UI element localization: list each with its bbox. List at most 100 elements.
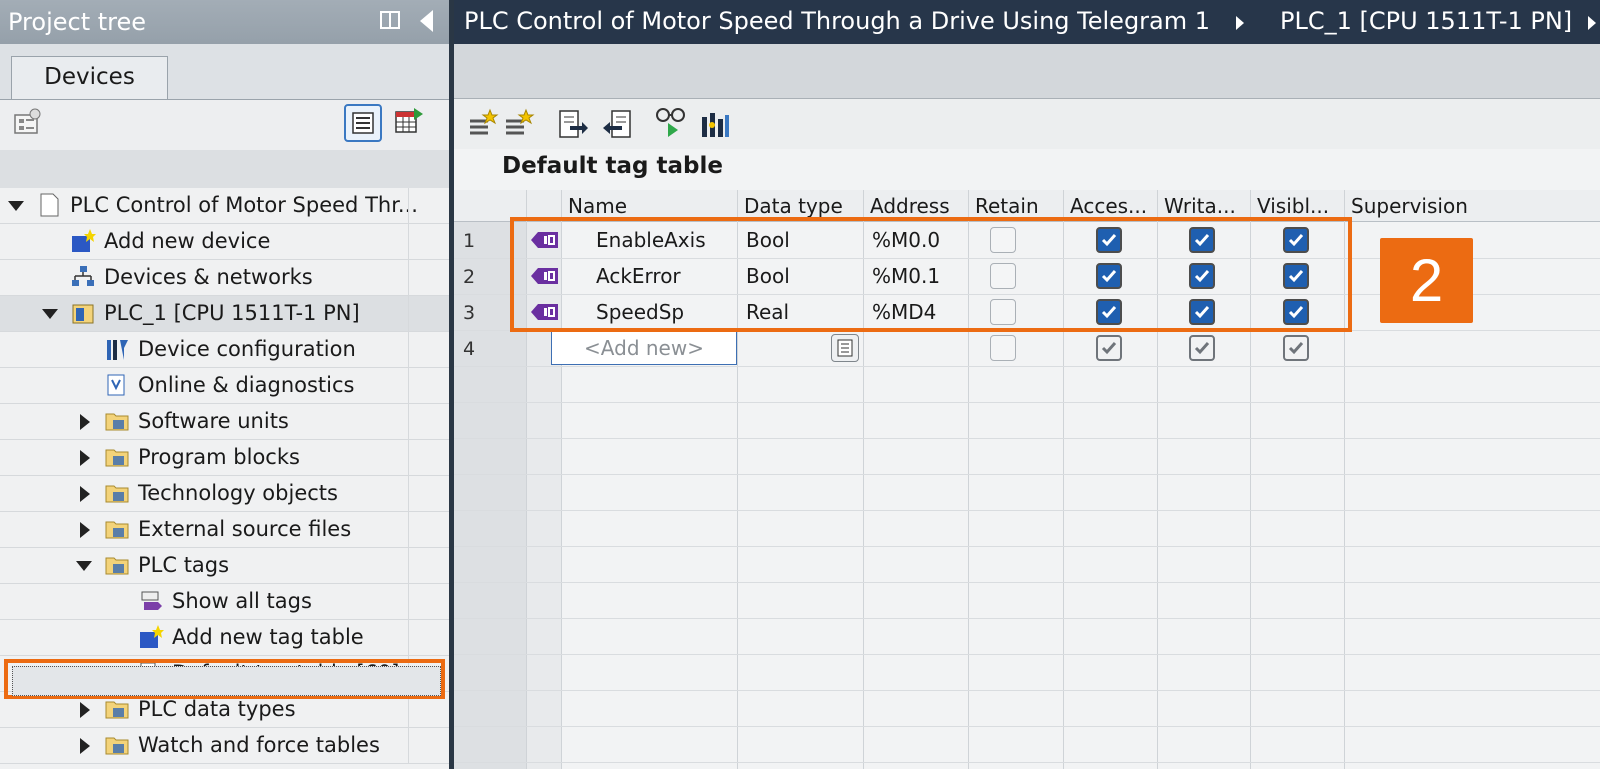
tree-item[interactable]: Device configuration — [0, 332, 449, 368]
tree-column-divider — [408, 584, 409, 620]
monitor-all-icon[interactable] — [654, 105, 688, 139]
column-header[interactable]: Supervision — [1345, 190, 1600, 222]
properties-icon[interactable] — [10, 106, 44, 140]
tree-item[interactable]: External source files — [0, 512, 449, 548]
tree-item[interactable]: Add new device — [0, 224, 449, 260]
tree-column-divider — [408, 476, 409, 512]
diagnostics-icon — [107, 374, 125, 396]
add-row-icon[interactable] — [502, 107, 536, 141]
row-number: 3 — [463, 302, 476, 324]
project-icon — [40, 193, 59, 217]
tree-item[interactable]: PLC_1 [CPU 1511T-1 PN] — [0, 296, 449, 332]
collapse-arrow-icon[interactable] — [80, 414, 90, 430]
tree-item[interactable]: Technology objects — [0, 476, 449, 512]
tree-column-divider — [408, 296, 409, 332]
tree-item-label: Technology objects — [138, 481, 338, 505]
grid-hline — [454, 762, 1600, 763]
collapse-arrow-icon[interactable] — [80, 450, 90, 466]
expand-arrow-icon[interactable] — [8, 201, 24, 211]
breadcrumb-project[interactable]: PLC Control of Motor Speed Through a Dri… — [464, 7, 1210, 35]
insert-row-icon[interactable] — [466, 107, 500, 141]
grid-hline — [454, 510, 1600, 511]
tag-table-title: Default tag table — [502, 153, 723, 179]
collapse-arrow-icon[interactable] — [80, 702, 90, 718]
tree-item-label: Online & diagnostics — [138, 373, 355, 397]
tree-column-divider — [408, 404, 409, 440]
tree-item[interactable]: Show all tags — [0, 584, 449, 620]
callout-badge-2: 2 — [1380, 238, 1473, 323]
tree-item[interactable]: Online & diagnostics — [0, 368, 449, 404]
tree-item[interactable]: Software units — [0, 404, 449, 440]
tree-item[interactable]: PLC Control of Motor Speed Thr... — [0, 188, 449, 224]
tree-column-divider — [408, 620, 409, 656]
checkbox[interactable] — [1283, 335, 1309, 361]
grid-hline — [454, 546, 1600, 547]
add-table-icon — [140, 625, 164, 648]
tree-item-label: Devices & networks — [104, 265, 313, 289]
grid-hline — [454, 402, 1600, 403]
collapse-panel-icon[interactable] — [420, 10, 433, 32]
tree-column-divider — [408, 728, 409, 764]
import-icon[interactable] — [600, 107, 634, 141]
editor-toolbar — [454, 99, 1600, 149]
list-view-icon[interactable] — [344, 104, 382, 142]
folder-icon — [105, 701, 129, 719]
collapse-arrow-icon[interactable] — [80, 738, 90, 754]
tree-item-label: Device configuration — [138, 337, 356, 361]
network-icon — [72, 266, 94, 286]
folder-icon — [105, 521, 129, 539]
checkbox[interactable] — [990, 335, 1016, 361]
project-tree-header: Project tree — [0, 0, 449, 44]
grid-hline — [454, 438, 1600, 439]
tree-item[interactable]: Watch and force tables — [0, 728, 449, 764]
project-tree-toolbar — [0, 100, 449, 150]
row-number: 1 — [463, 230, 476, 252]
tree-column-divider — [408, 368, 409, 404]
tree-column-divider — [408, 188, 409, 224]
tree-column-divider — [408, 548, 409, 584]
tree-item[interactable]: Add new tag table — [0, 620, 449, 656]
tree-column-divider — [408, 260, 409, 296]
project-tree-tabbar: Devices — [0, 44, 449, 100]
breadcrumb-separator-icon — [1236, 16, 1244, 30]
folder-icon — [105, 557, 129, 575]
tree-item[interactable]: Devices & networks — [0, 260, 449, 296]
grid-hline — [454, 366, 1600, 367]
tree-item-label: External source files — [138, 517, 352, 541]
grid-hline — [454, 582, 1600, 583]
project-tree-gap — [0, 150, 449, 188]
tag-settings-icon[interactable] — [698, 107, 732, 141]
add-new-input[interactable]: <Add new> — [551, 331, 737, 365]
highlight-box-2 — [510, 217, 1352, 332]
folder-icon — [105, 485, 129, 503]
checkbox[interactable] — [1096, 335, 1122, 361]
tree-item-label: Program blocks — [138, 445, 300, 469]
breadcrumb-separator-icon — [1588, 16, 1596, 30]
expand-arrow-icon[interactable] — [76, 561, 92, 571]
export-icon[interactable] — [556, 107, 590, 141]
collapse-arrow-icon[interactable] — [80, 486, 90, 502]
tree-item-label: Add new tag table — [172, 625, 364, 649]
row-number: 4 — [463, 338, 476, 360]
row-number: 2 — [463, 266, 476, 288]
tree-column-divider — [408, 440, 409, 476]
expand-arrow-icon[interactable] — [42, 309, 58, 319]
checkbox[interactable] — [1189, 335, 1215, 361]
tab-devices[interactable]: Devices — [11, 56, 168, 99]
tree-item-label: Show all tags — [172, 589, 312, 613]
tree-item[interactable]: Program blocks — [0, 440, 449, 476]
tree-item[interactable]: PLC tags — [0, 548, 449, 584]
collapse-arrow-icon[interactable] — [80, 522, 90, 538]
breadcrumb-device[interactable]: PLC_1 [CPU 1511T-1 PN] — [1280, 7, 1572, 35]
tree-column-divider — [408, 332, 409, 368]
overview-table-icon[interactable] — [392, 104, 426, 138]
grid-hline — [454, 726, 1600, 727]
data-type-picker-button[interactable] — [831, 334, 859, 362]
highlight-box-1 — [4, 659, 445, 699]
grid-hline — [454, 654, 1600, 655]
tree-item-label: PLC_1 [CPU 1511T-1 PN] — [104, 301, 360, 325]
project-tree-panel: Project tree Devices PLC Control of Moto… — [0, 0, 449, 769]
split-view-icon[interactable] — [380, 10, 400, 30]
tree-item-label: PLC tags — [138, 553, 230, 577]
project-tree-title: Project tree — [8, 8, 147, 36]
